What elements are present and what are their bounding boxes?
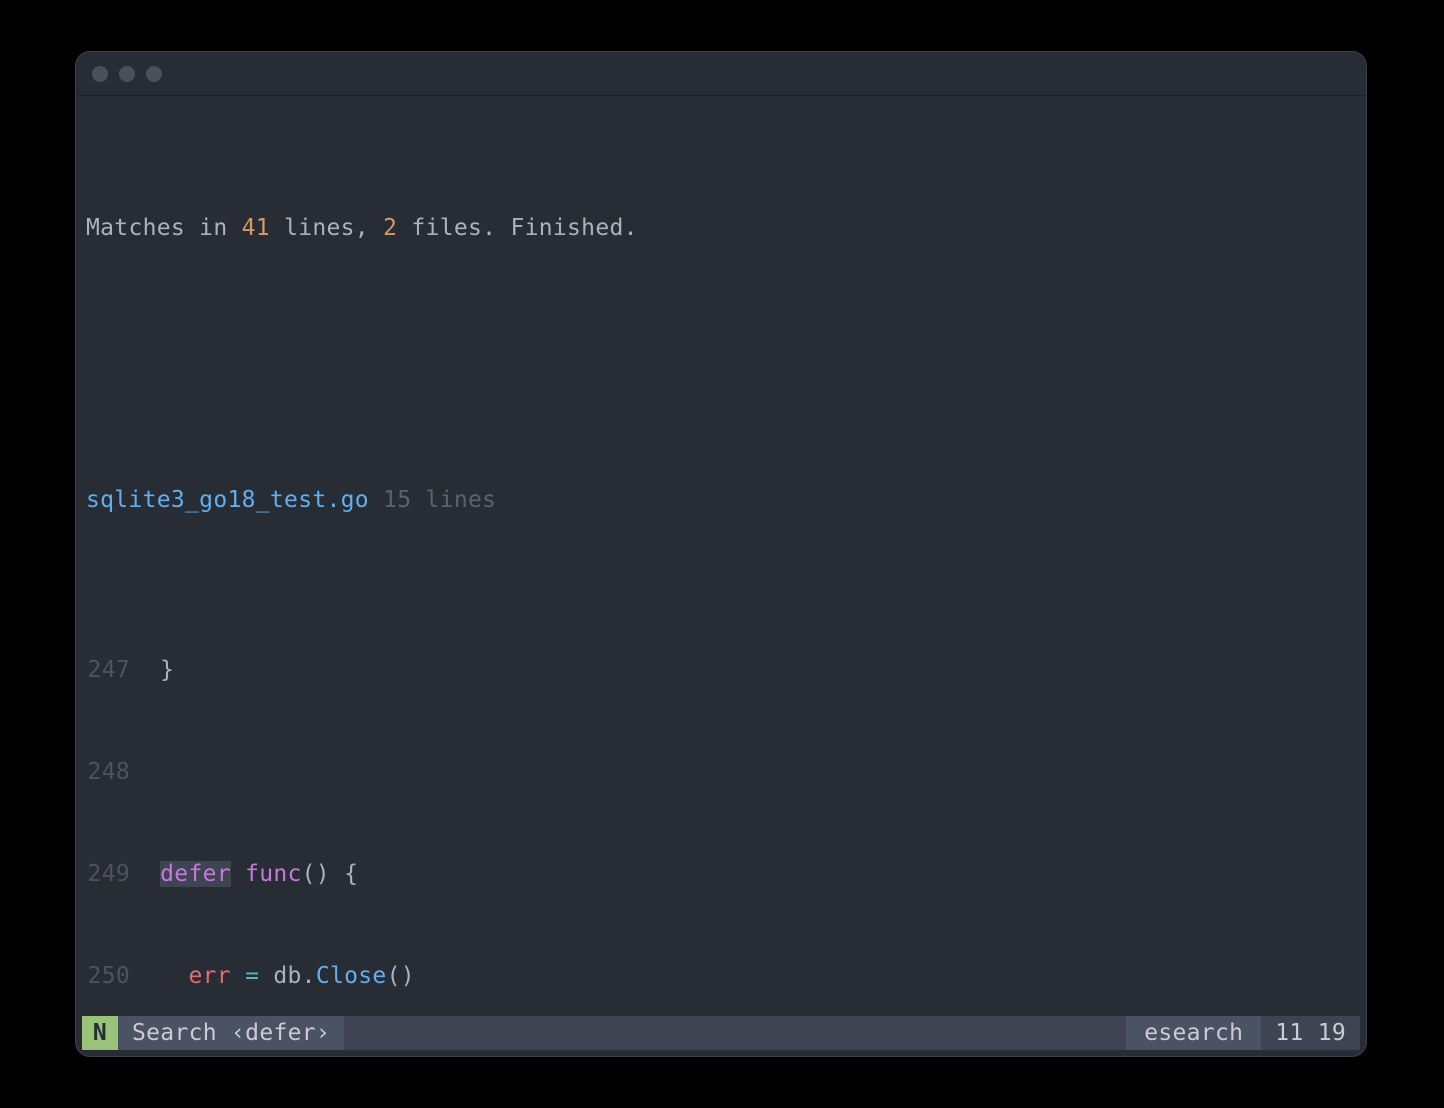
code-text [138, 755, 146, 789]
close-icon[interactable] [92, 66, 108, 82]
line-number: 249 [76, 857, 138, 891]
code-text: defer func() { [138, 857, 358, 891]
file-name: sqlite3_go18_test.go [86, 487, 369, 513]
result-line[interactable]: 248 [76, 755, 1366, 789]
terminal-window: Matches in 41 lines, 2 files. Finished. … [76, 52, 1366, 1056]
status-filetype: esearch [1126, 1016, 1261, 1050]
editor-content[interactable]: Matches in 41 lines, 2 files. Finished. … [76, 96, 1366, 1056]
blank-line [76, 347, 1366, 381]
line-number: 247 [76, 653, 138, 687]
statusbar: N Search ‹defer› esearch 11 19 [82, 1016, 1360, 1050]
status-buffer-name: Search ‹defer› [118, 1016, 344, 1050]
file-header[interactable]: sqlite3_go18_test.go 15 lines [76, 483, 1366, 517]
minimize-icon[interactable] [119, 66, 135, 82]
result-line[interactable]: 249 defer func() { [76, 857, 1366, 891]
search-match: defer [160, 861, 231, 887]
result-line[interactable]: 250 err = db.Close() [76, 959, 1366, 993]
maximize-icon[interactable] [146, 66, 162, 82]
result-line[interactable]: 247 } [76, 653, 1366, 687]
status-fill [344, 1016, 1126, 1050]
line-number: 250 [76, 959, 138, 993]
search-summary: Matches in 41 lines, 2 files. Finished. [76, 198, 1366, 245]
titlebar [76, 52, 1366, 96]
file-linecount: 15 lines [383, 487, 496, 513]
status-position: 11 19 [1261, 1016, 1360, 1050]
code-text: err = db.Close() [138, 959, 415, 993]
mode-badge: N [82, 1016, 118, 1050]
line-number: 248 [76, 755, 138, 789]
code-text: } [138, 653, 174, 687]
